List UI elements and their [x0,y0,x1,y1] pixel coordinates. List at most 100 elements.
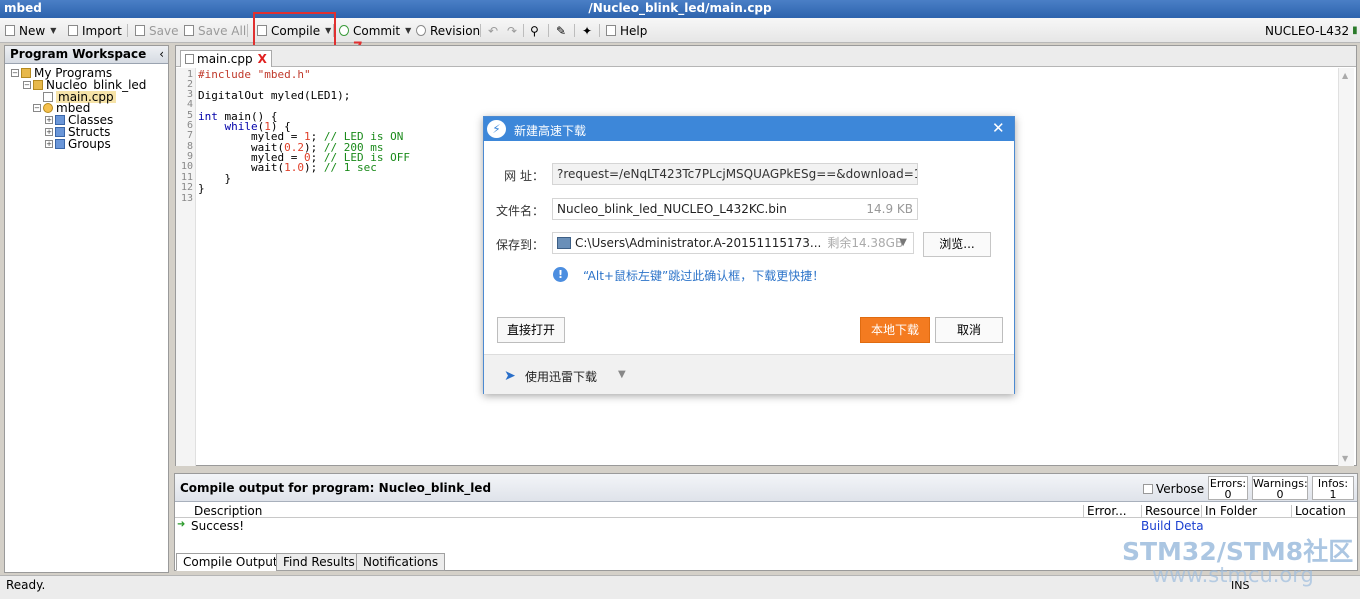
collapse-icon[interactable]: ‹ [159,47,164,61]
drive-icon [557,237,571,249]
folder-icon [21,68,31,78]
save-path-select[interactable]: C:\Users\Administrator.A-20151115173... … [552,232,914,254]
new-button[interactable]: New ▼ [5,22,56,39]
checkbox-icon [1143,484,1153,494]
output-column-headers: Description Error... Resource In Folder … [175,504,1357,518]
watermark-url: www.stmcu.org [1152,563,1314,587]
browse-button[interactable]: 浏览... [923,232,991,257]
close-icon[interactable]: ✕ [992,119,1005,137]
toolbar-separator [574,24,575,37]
cancel-button[interactable]: 取消 [935,317,1003,343]
undo-icon: ↶ [488,23,499,38]
help-button[interactable]: Help [606,22,647,39]
close-tab-icon[interactable]: X [258,52,267,66]
save-all-button[interactable]: Save All [184,22,246,39]
chevron-down-icon: ▼ [899,237,907,248]
collapse-toggle-icon[interactable]: − [11,69,19,77]
tab-notifications[interactable]: Notifications [356,553,446,571]
output-header: Compile output for program: Nucleo_blink… [175,474,1357,502]
dialog-header: ⚡ 新建高速下载 ✕ [484,117,1014,141]
redo-button[interactable]: ↷ [507,22,517,39]
scroll-down-icon[interactable]: ▼ [1342,454,1348,463]
toolbar-separator [127,24,128,37]
thunder-logo-icon: ⚡ [487,120,506,138]
file-size: 14.9 KB [866,202,913,216]
expand-toggle-icon[interactable]: + [45,140,53,148]
col-resource[interactable]: Resource [1141,505,1200,518]
code-line-1: #include "mbed.h" [198,68,311,81]
save-label: Save [149,23,179,38]
expand-toggle-icon[interactable]: + [45,116,53,124]
platform-label: NUCLEO-L432 [1265,23,1350,38]
xunlei-bird-icon: ➤ [504,368,516,384]
help-label: Help [620,23,648,38]
save-path-value: C:\Users\Administrator.A-20151115173... [575,236,822,250]
new-file-icon [5,25,15,36]
revision-button[interactable]: Revision [416,22,480,39]
infos-counter: Infos: 1 [1312,476,1354,500]
errors-counter: Errors: 0 [1208,476,1248,500]
chevron-down-icon: ▼ [405,26,412,35]
save-all-icon [184,25,194,36]
chevron-down-icon: ▼ [50,26,57,35]
build-details-link[interactable]: Build Deta [1141,519,1204,533]
col-in-folder[interactable]: In Folder [1201,505,1257,518]
save-icon [135,25,145,36]
scroll-up-icon[interactable]: ▲ [1342,71,1348,80]
editor-tab-bar: main.cpp X [176,46,1356,67]
platform-selector[interactable]: NUCLEO-L432 ▮ [1265,22,1358,39]
filename-field[interactable]: Nucleo_blink_led_NUCLEO_L432KC.bin 14.9 … [552,198,918,220]
format-button[interactable]: ✎ [556,22,566,39]
tree-label: Groups [68,137,111,151]
tab-main-cpp[interactable]: main.cpp X [180,50,272,67]
toolbar-separator [523,24,524,37]
filename-value: Nucleo_blink_led_NUCLEO_L432KC.bin [557,202,787,216]
structs-icon [55,127,65,137]
toolbar-separator [480,24,481,37]
status-text: Ready. [6,578,46,592]
commit-label: Commit [353,23,401,38]
editor-scrollbar[interactable]: ▲ ▼ [1338,68,1354,466]
save-button[interactable]: Save [135,22,178,39]
tab-find-results[interactable]: Find Results [276,553,362,571]
binoculars-icon: ⚲ [530,23,539,38]
expand-toggle-icon[interactable]: + [45,128,53,136]
commit-button[interactable]: Commit ▼ [339,22,411,39]
redo-icon: ↷ [507,23,518,38]
toolbar: New ▼ Import Save Save All Compile ▼ Com… [0,18,1360,43]
tools-button[interactable]: ✦ [582,22,592,39]
info-icon: ! [553,267,568,282]
chevron-down-icon[interactable]: ▼ [618,369,626,380]
tab-label: main.cpp [197,52,253,66]
open-directly-button[interactable]: 直接打开 [497,317,565,343]
saveto-label: 保存到： [496,238,545,252]
program-workspace-panel: Program Workspace ‹ − My Programs − Nucl… [4,45,169,573]
warnings-counter: Warnings: 0 [1252,476,1308,500]
code-line-3: DigitalOut myled(LED1); [198,89,351,102]
import-button[interactable]: Import [68,22,122,39]
find-button[interactable]: ⚲ [530,22,539,39]
toolbar-separator [247,24,248,37]
undo-button[interactable]: ↶ [488,22,498,39]
local-download-button[interactable]: 本地下载 [860,317,930,343]
workspace-header: Program Workspace ‹ [5,46,168,64]
collapse-toggle-icon[interactable]: − [33,104,41,112]
toolbar-separator [599,24,600,37]
tree-groups[interactable]: + Groups [45,138,111,150]
new-label: New [19,23,46,38]
col-location[interactable]: Location [1291,505,1346,518]
url-field[interactable]: ?request=/eNqLT423Tc7PLcjMSQUAGPkESg==&d… [552,163,918,185]
collapse-toggle-icon[interactable]: − [23,81,31,89]
success-arrow-icon: ➜ [177,519,186,530]
compile-highlight-box [253,12,336,48]
save-all-label: Save All [198,23,247,38]
verbose-checkbox[interactable]: Verbose [1143,482,1204,496]
row-description: Success! [191,519,245,533]
revision-icon [416,25,426,36]
col-description[interactable]: Description [191,505,262,518]
wand-icon: ✦ [582,23,593,38]
use-xunlei-option[interactable]: 使用迅雷下载 [525,368,597,385]
tab-compile-output[interactable]: Compile Output [176,553,285,571]
output-row[interactable]: ➜ Success! Build Deta [175,519,1357,533]
col-error[interactable]: Error... [1083,505,1127,518]
